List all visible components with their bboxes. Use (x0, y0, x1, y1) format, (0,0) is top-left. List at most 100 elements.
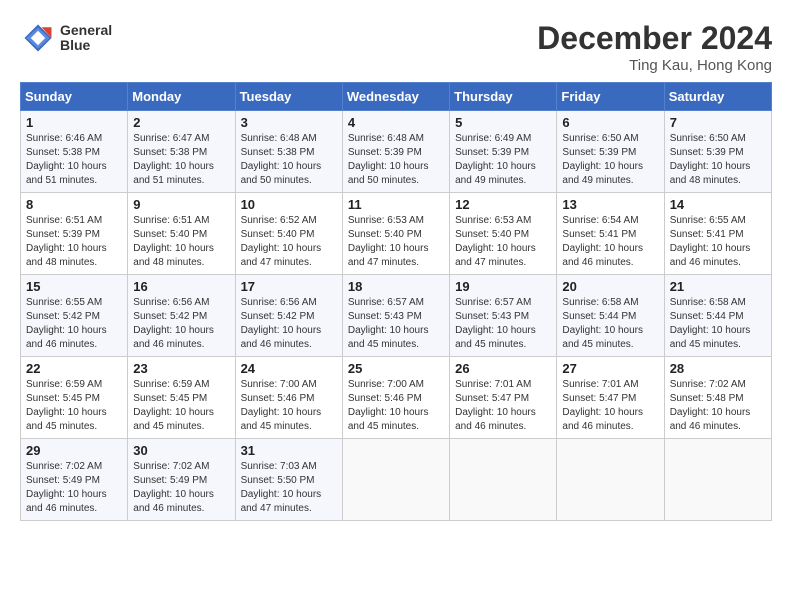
day-cell: 31 Sunrise: 7:03 AMSunset: 5:50 PMDayligh… (235, 439, 342, 521)
day-info: Sunrise: 6:56 AMSunset: 5:42 PMDaylight:… (241, 296, 337, 352)
day-info: Sunrise: 6:53 AMSunset: 5:40 PMDaylight:… (455, 214, 551, 270)
week-row-1: 1 Sunrise: 6:46 AMSunset: 5:38 PMDaylight… (21, 111, 772, 193)
day-info: Sunrise: 7:03 AMSunset: 5:50 PMDaylight:… (241, 460, 337, 516)
logo-line2: Blue (60, 38, 112, 53)
day-cell: 30 Sunrise: 7:02 AMSunset: 5:49 PMDayligh… (128, 439, 235, 521)
title-block: December 2024 Ting Kau, Hong Kong (537, 20, 772, 74)
day-number: 18 (348, 279, 444, 294)
day-number: 4 (348, 115, 444, 130)
day-info: Sunrise: 6:50 AMSunset: 5:39 PMDaylight:… (562, 132, 658, 188)
day-number: 9 (133, 197, 229, 212)
day-cell: 25 Sunrise: 7:00 AMSunset: 5:46 PMDayligh… (342, 357, 449, 439)
day-number: 26 (455, 361, 551, 376)
day-cell: 27Sunrise: 7:01 AMSunset: 5:47 PMDayligh… (557, 357, 664, 439)
day-number: 13 (562, 197, 658, 212)
day-cell: 23Sunrise: 6:59 AMSunset: 5:45 PMDayligh… (128, 357, 235, 439)
day-number: 7 (670, 115, 766, 130)
day-cell: 2Sunrise: 6:47 AMSunset: 5:38 PMDaylight… (128, 111, 235, 193)
day-number: 20 (562, 279, 658, 294)
day-number: 11 (348, 197, 444, 212)
day-cell (450, 439, 557, 521)
day-number: 1 (26, 115, 122, 130)
day-info: Sunrise: 6:49 AMSunset: 5:39 PMDaylight:… (455, 132, 551, 188)
day-cell (557, 439, 664, 521)
day-info: Sunrise: 6:52 AMSunset: 5:40 PMDaylight:… (241, 214, 337, 270)
day-number: 25 (348, 361, 444, 376)
day-number: 5 (455, 115, 551, 130)
day-number: 10 (241, 197, 337, 212)
day-cell: 26 Sunrise: 7:01 AMSunset: 5:47 PMDayligh… (450, 357, 557, 439)
day-cell: 16 Sunrise: 6:56 AMSunset: 5:42 PMDayligh… (128, 275, 235, 357)
week-row-3: 15 Sunrise: 6:55 AMSunset: 5:42 PMDayligh… (21, 275, 772, 357)
day-cell: 17 Sunrise: 6:56 AMSunset: 5:42 PMDayligh… (235, 275, 342, 357)
day-cell: 10 Sunrise: 6:52 AMSunset: 5:40 PMDayligh… (235, 193, 342, 275)
day-info: Sunrise: 7:00 AMSunset: 5:46 PMDaylight:… (241, 378, 337, 434)
day-cell: 6 Sunrise: 6:50 AMSunset: 5:39 PMDaylight… (557, 111, 664, 193)
day-cell: 18 Sunrise: 6:57 AMSunset: 5:43 PMDayligh… (342, 275, 449, 357)
header-tuesday: Tuesday (235, 83, 342, 111)
day-number: 28 (670, 361, 766, 376)
day-cell: 15 Sunrise: 6:55 AMSunset: 5:42 PMDayligh… (21, 275, 128, 357)
day-info: Sunrise: 6:48 AMSunset: 5:38 PMDaylight:… (241, 132, 337, 188)
day-cell: 22Sunrise: 6:59 AMSunset: 5:45 PMDayligh… (21, 357, 128, 439)
page-header: General Blue December 2024 Ting Kau, Hon… (20, 20, 772, 74)
day-cell: 12Sunrise: 6:53 AMSunset: 5:40 PMDayligh… (450, 193, 557, 275)
day-number: 14 (670, 197, 766, 212)
day-number: 19 (455, 279, 551, 294)
day-info: Sunrise: 6:59 AMSunset: 5:45 PMDaylight:… (133, 378, 229, 434)
day-cell: 3Sunrise: 6:48 AMSunset: 5:38 PMDaylight… (235, 111, 342, 193)
day-cell: 9Sunrise: 6:51 AMSunset: 5:40 PMDaylight… (128, 193, 235, 275)
day-number: 15 (26, 279, 122, 294)
day-info: Sunrise: 6:53 AMSunset: 5:40 PMDaylight:… (348, 214, 444, 270)
week-row-4: 22Sunrise: 6:59 AMSunset: 5:45 PMDayligh… (21, 357, 772, 439)
week-row-2: 8 Sunrise: 6:51 AMSunset: 5:39 PMDaylight… (21, 193, 772, 275)
day-cell: 11 Sunrise: 6:53 AMSunset: 5:40 PMDayligh… (342, 193, 449, 275)
day-info: Sunrise: 7:02 AMSunset: 5:49 PMDaylight:… (133, 460, 229, 516)
header-sunday: Sunday (21, 83, 128, 111)
day-number: 21 (670, 279, 766, 294)
day-info: Sunrise: 6:51 AMSunset: 5:39 PMDaylight:… (26, 214, 122, 270)
logo-line1: General (60, 23, 112, 38)
day-cell: 13Sunrise: 6:54 AMSunset: 5:41 PMDayligh… (557, 193, 664, 275)
logo: General Blue (20, 20, 112, 56)
logo-text: General Blue (60, 23, 112, 54)
day-cell: 19Sunrise: 6:57 AMSunset: 5:43 PMDayligh… (450, 275, 557, 357)
day-info: Sunrise: 6:57 AMSunset: 5:43 PMDaylight:… (348, 296, 444, 352)
day-info: Sunrise: 6:58 AMSunset: 5:44 PMDaylight:… (670, 296, 766, 352)
day-info: Sunrise: 7:01 AMSunset: 5:47 PMDaylight:… (455, 378, 551, 434)
day-number: 30 (133, 443, 229, 458)
day-cell: 8 Sunrise: 6:51 AMSunset: 5:39 PMDaylight… (21, 193, 128, 275)
day-info: Sunrise: 7:02 AMSunset: 5:48 PMDaylight:… (670, 378, 766, 434)
day-info: Sunrise: 7:00 AMSunset: 5:46 PMDaylight:… (348, 378, 444, 434)
day-info: Sunrise: 6:55 AMSunset: 5:42 PMDaylight:… (26, 296, 122, 352)
header-friday: Friday (557, 83, 664, 111)
day-info: Sunrise: 6:56 AMSunset: 5:42 PMDaylight:… (133, 296, 229, 352)
calendar-header: SundayMondayTuesdayWednesdayThursdayFrid… (21, 83, 772, 111)
day-info: Sunrise: 7:02 AMSunset: 5:49 PMDaylight:… (26, 460, 122, 516)
day-cell (342, 439, 449, 521)
day-info: Sunrise: 6:55 AMSunset: 5:41 PMDaylight:… (670, 214, 766, 270)
day-cell: 29Sunrise: 7:02 AMSunset: 5:49 PMDayligh… (21, 439, 128, 521)
day-cell: 20 Sunrise: 6:58 AMSunset: 5:44 PMDayligh… (557, 275, 664, 357)
day-number: 8 (26, 197, 122, 212)
week-row-5: 29Sunrise: 7:02 AMSunset: 5:49 PMDayligh… (21, 439, 772, 521)
day-info: Sunrise: 6:50 AMSunset: 5:39 PMDaylight:… (670, 132, 766, 188)
logo-icon (20, 20, 56, 56)
header-monday: Monday (128, 83, 235, 111)
day-info: Sunrise: 6:47 AMSunset: 5:38 PMDaylight:… (133, 132, 229, 188)
day-number: 17 (241, 279, 337, 294)
header-thursday: Thursday (450, 83, 557, 111)
day-cell: 5 Sunrise: 6:49 AMSunset: 5:39 PMDaylight… (450, 111, 557, 193)
day-number: 16 (133, 279, 229, 294)
calendar: SundayMondayTuesdayWednesdayThursdayFrid… (20, 82, 772, 521)
calendar-body: 1 Sunrise: 6:46 AMSunset: 5:38 PMDaylight… (21, 111, 772, 521)
day-info: Sunrise: 6:46 AMSunset: 5:38 PMDaylight:… (26, 132, 122, 188)
day-number: 24 (241, 361, 337, 376)
day-cell: 1 Sunrise: 6:46 AMSunset: 5:38 PMDaylight… (21, 111, 128, 193)
day-number: 31 (241, 443, 337, 458)
day-number: 6 (562, 115, 658, 130)
day-number: 27 (562, 361, 658, 376)
location: Ting Kau, Hong Kong (537, 57, 772, 74)
day-cell (664, 439, 771, 521)
day-info: Sunrise: 6:58 AMSunset: 5:44 PMDaylight:… (562, 296, 658, 352)
